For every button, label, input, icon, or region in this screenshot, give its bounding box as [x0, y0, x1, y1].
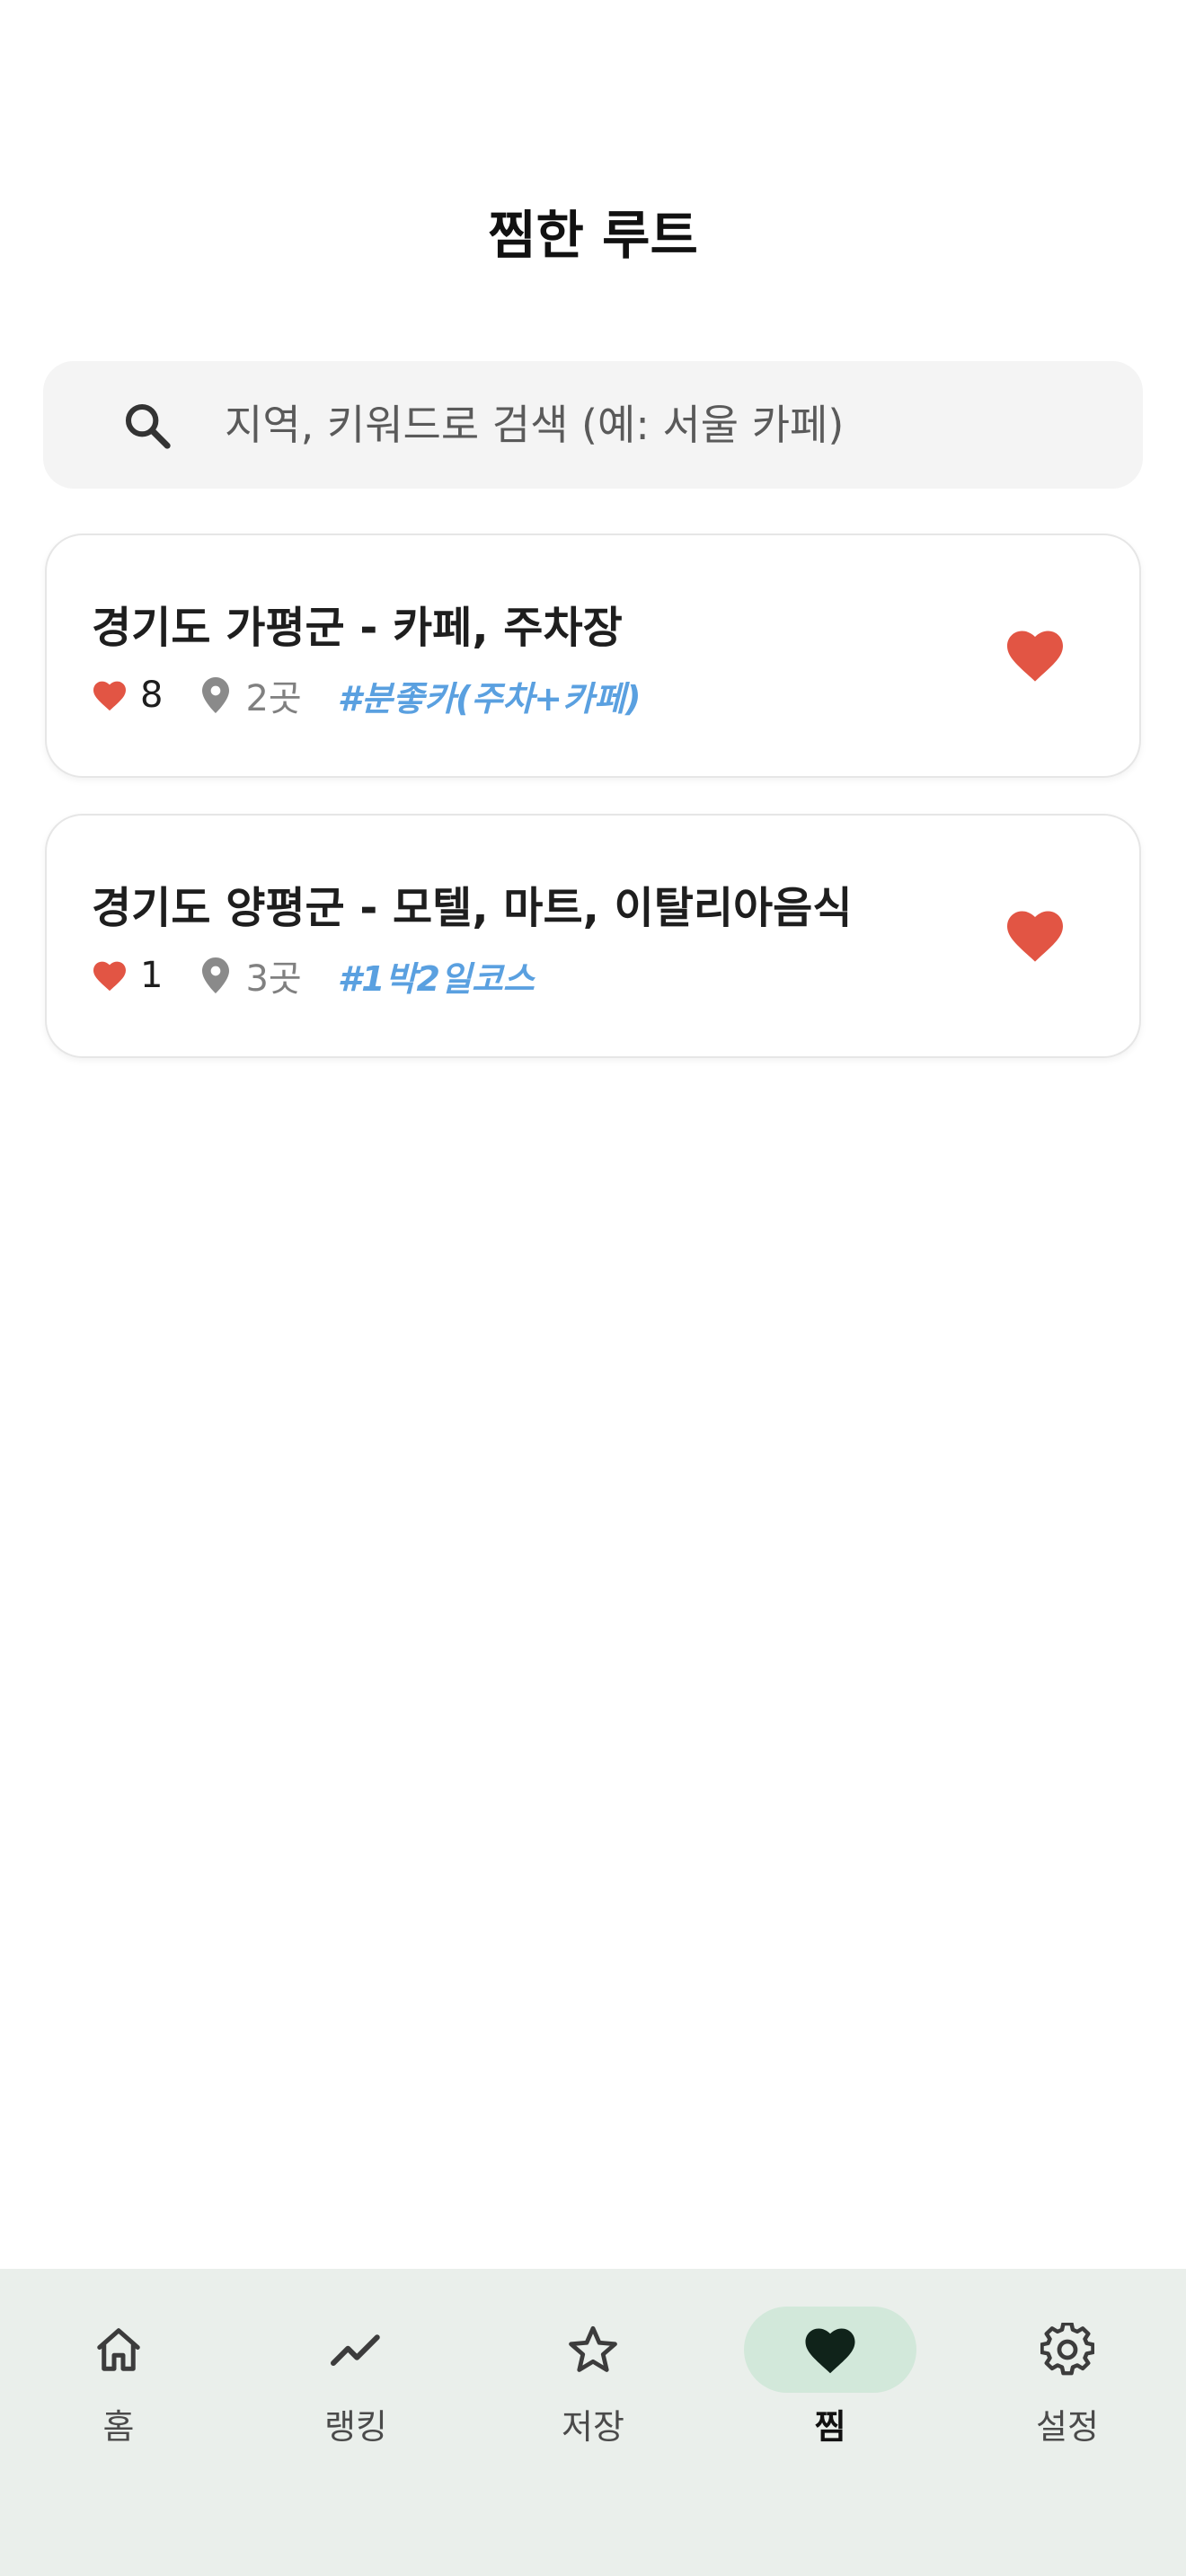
location-pin-icon	[202, 677, 230, 713]
trending-icon	[331, 2334, 380, 2366]
nav-label: 설정	[1036, 2407, 1099, 2447]
screen: 찜한 루트 경기도 가평군 - 카페, 주차장 8 2곳 #분좋카(주차+카페)…	[0, 0, 1186, 2576]
nav-item-settings[interactable]: 설정	[949, 2269, 1186, 2484]
route-title: 경기도 양평군 - 모텔, 마트, 이탈리아음식	[92, 883, 853, 933]
heart-icon	[805, 2328, 855, 2374]
like-count: 1	[140, 955, 164, 996]
like-heart-icon	[93, 961, 126, 992]
route-meta: 8 2곳 #분좋카(주차+카페)	[92, 668, 641, 722]
route-card[interactable]: 경기도 가평군 - 카페, 주차장 8 2곳 #분좋카(주차+카페)	[45, 534, 1141, 778]
bottom-nav: 홈 랭킹 저장 찜 설정	[0, 2269, 1186, 2576]
route-title: 경기도 가평군 - 카페, 주차장	[92, 603, 623, 653]
nav-label: 랭킹	[324, 2407, 387, 2447]
home-icon	[97, 2328, 140, 2371]
nav-item-favorites[interactable]: 찜	[712, 2269, 949, 2484]
route-meta: 1 3곳 #1박2일코스	[92, 948, 535, 1002]
search-icon	[125, 403, 171, 449]
place-count: 2곳	[245, 678, 302, 719]
nav-item-saved[interactable]: 저장	[474, 2269, 712, 2484]
route-card[interactable]: 경기도 양평군 - 모텔, 마트, 이탈리아음식 1 3곳 #1박2일코스	[45, 814, 1141, 1058]
location-pin-icon	[202, 957, 230, 993]
search-bar[interactable]	[43, 361, 1143, 489]
page-title: 찜한 루트	[488, 205, 698, 266]
route-tag[interactable]: #분좋카(주차+카페)	[338, 671, 642, 720]
gear-icon	[1040, 2323, 1094, 2376]
star-icon	[569, 2325, 617, 2372]
like-heart-icon	[93, 681, 126, 711]
route-tag[interactable]: #1박2일코스	[338, 951, 535, 1001]
search-input[interactable]	[225, 361, 1105, 489]
nav-item-ranking[interactable]: 랭킹	[237, 2269, 474, 2484]
nav-label: 찜	[814, 2407, 846, 2447]
nav-item-home[interactable]: 홈	[0, 2269, 237, 2484]
favorite-heart-icon[interactable]	[1005, 627, 1066, 683]
place-count: 3곳	[245, 958, 302, 1000]
nav-label: 홈	[102, 2407, 135, 2447]
favorite-heart-icon[interactable]	[1005, 907, 1066, 963]
like-count: 8	[140, 675, 164, 716]
nav-label: 저장	[562, 2407, 624, 2447]
